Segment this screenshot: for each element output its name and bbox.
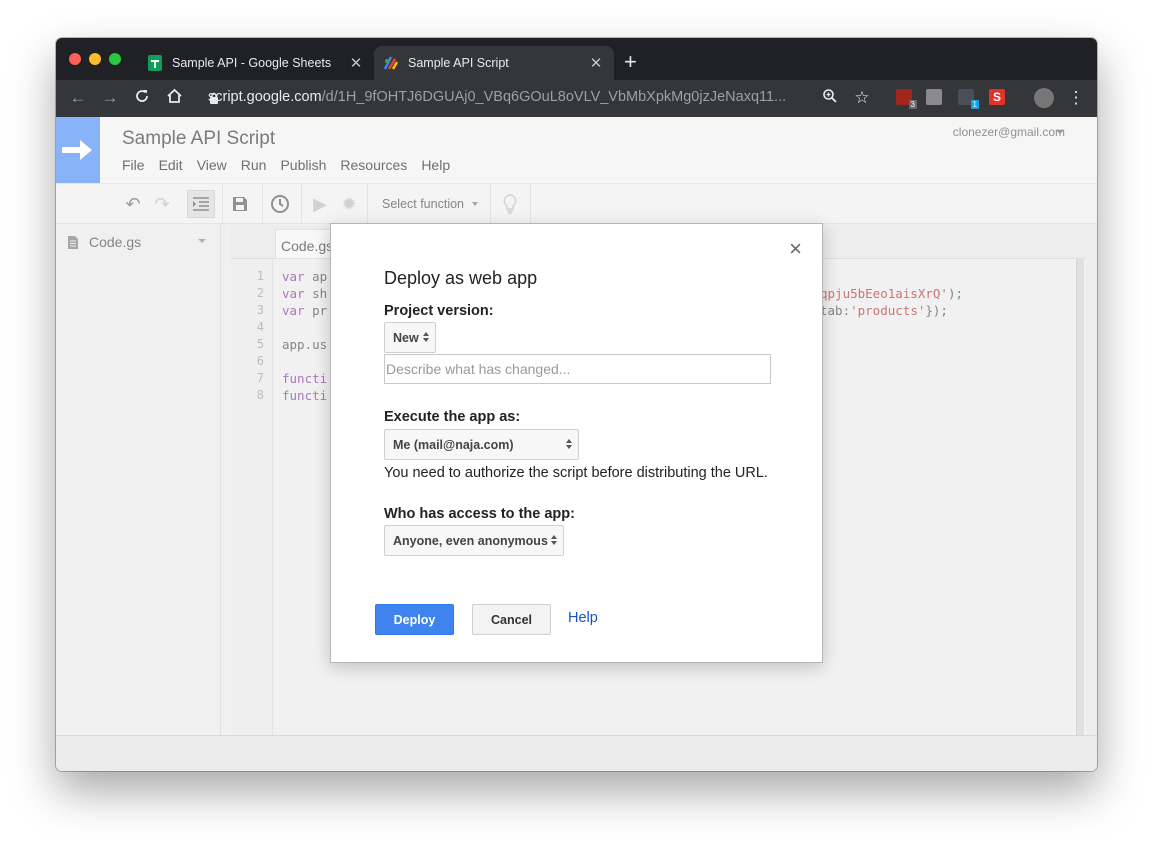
select-arrows-icon — [423, 332, 429, 344]
code-extension-icon[interactable] — [926, 89, 942, 105]
extension-badge: 3 — [908, 100, 917, 109]
url-path: /d/1H_9fOHTJ6DGUAj0_VBq6GOuL8oVLV_VbMbXp… — [321, 89, 787, 105]
new-tab-button[interactable]: + — [624, 51, 637, 73]
authorization-note: You need to authorize the script before … — [384, 465, 768, 481]
profile-avatar[interactable] — [1034, 88, 1054, 108]
minimize-window-button[interactable] — [89, 53, 101, 65]
tab-title: Sample API Script — [408, 56, 509, 70]
execute-as-select[interactable]: Me (mail@naja.com) — [384, 429, 579, 460]
access-label: Who has access to the app: — [384, 506, 575, 522]
address-bar[interactable]: script.google.com/d/1H_9fOHTJ6DGUAj0_VBq… — [208, 89, 786, 105]
close-tab-icon[interactable]: ✕ — [346, 54, 366, 72]
s-extension-icon[interactable]: S — [989, 89, 1005, 105]
access-value: Anyone, even anonymous — [393, 534, 548, 548]
home-icon[interactable] — [164, 88, 184, 108]
zoom-icon[interactable] — [820, 88, 840, 108]
zoom-window-button[interactable] — [109, 53, 121, 65]
navigation-bar: ← → script.google.com/d/1H_9fOHTJ6DGUAj0… — [56, 80, 1097, 117]
tab-strip: Sample API - Google Sheets ✕ Sample API … — [56, 38, 1097, 80]
forward-icon[interactable]: → — [100, 88, 120, 108]
execute-as-label: Execute the app as: — [384, 409, 521, 425]
deploy-web-app-dialog: × Deploy as web app Project version: New… — [330, 223, 823, 663]
ublock-extension-icon[interactable]: 3 — [896, 89, 917, 109]
extension-badge: 1 — [970, 100, 979, 109]
apps-script-icon — [383, 55, 399, 71]
screen-extension-icon[interactable]: 1 — [958, 89, 979, 109]
dialog-title: Deploy as web app — [384, 268, 538, 288]
back-icon[interactable]: ← — [68, 88, 88, 108]
close-window-button[interactable] — [69, 53, 81, 65]
close-icon[interactable]: × — [789, 238, 802, 260]
cancel-button[interactable]: Cancel — [472, 604, 551, 635]
project-version-select[interactable]: New — [384, 322, 436, 353]
access-select[interactable]: Anyone, even anonymous — [384, 525, 564, 556]
project-version-value: New — [393, 331, 419, 345]
reload-icon[interactable] — [132, 88, 152, 108]
select-arrows-icon — [566, 439, 572, 451]
execute-as-value: Me (mail@naja.com) — [393, 438, 514, 452]
project-version-label: Project version: — [384, 303, 494, 319]
deploy-button[interactable]: Deploy — [375, 604, 454, 635]
bookmark-star-icon[interactable]: ☆ — [852, 88, 872, 108]
sheets-icon — [147, 55, 163, 71]
tab-google-sheets[interactable]: Sample API - Google Sheets ✕ — [138, 46, 374, 80]
tab-api-script[interactable]: Sample API Script ✕ — [374, 46, 614, 80]
url-host: script.google.com — [208, 89, 322, 105]
close-tab-icon[interactable]: ✕ — [586, 54, 606, 72]
select-arrows-icon — [551, 535, 557, 547]
help-link[interactable]: Help — [568, 610, 598, 626]
change-description-input[interactable]: Describe what has changed... — [384, 354, 771, 384]
chrome-menu-icon[interactable]: ⋮ — [1066, 88, 1086, 108]
tab-title: Sample API - Google Sheets — [172, 56, 332, 70]
